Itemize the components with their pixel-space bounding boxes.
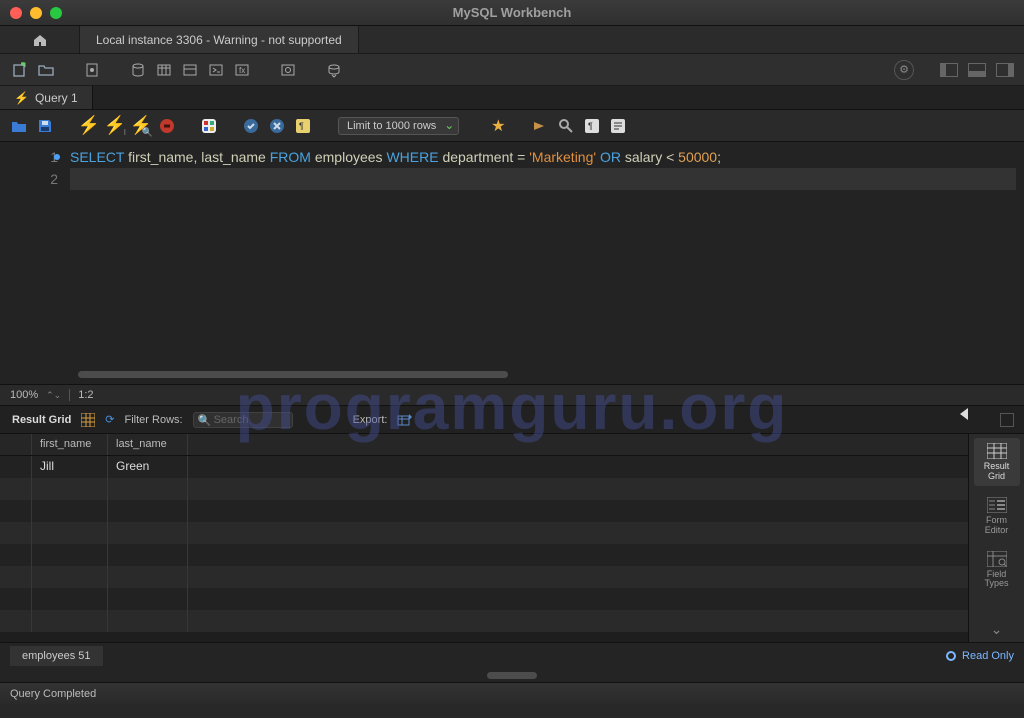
filter-rows-input[interactable]: 🔍 Search: [193, 412, 293, 428]
limit-rows-select[interactable]: Limit to 1000 rows: [338, 117, 459, 135]
chevron-down-icon[interactable]: ⌄: [991, 621, 1003, 638]
export-label: Export:: [353, 414, 388, 426]
result-grid-view-button[interactable]: Result Grid: [974, 438, 1020, 486]
toggle-whitespace-button[interactable]: ¶: [294, 117, 312, 135]
bottom-scrollbar[interactable]: [0, 668, 1024, 682]
minimize-window-button[interactable]: [30, 7, 42, 19]
window-title: MySQL Workbench: [62, 5, 962, 20]
status-bar: Query Completed: [0, 682, 1024, 704]
query-tab[interactable]: ⚡ Query 1: [0, 86, 93, 109]
db-search-button[interactable]: [278, 60, 298, 80]
result-area: first_name last_name JillGreen Result Gr…: [0, 434, 1024, 642]
home-tab[interactable]: [0, 26, 80, 53]
editor-h-scrollbar[interactable]: [78, 371, 508, 378]
read-only-indicator: Read Only: [946, 650, 1014, 662]
beautify-button[interactable]: ★: [489, 117, 507, 135]
execute-current-button[interactable]: ⚡I: [106, 117, 124, 135]
result-side-panel: Result Grid Form Editor Field Types ⌄: [968, 434, 1024, 642]
db-new-view-button[interactable]: [180, 60, 200, 80]
readonly-icon: [946, 651, 956, 661]
filter-label: Filter Rows:: [125, 414, 183, 426]
cursor-position: 1:2: [78, 389, 93, 401]
query-tab-bar: ⚡ Query 1: [0, 86, 1024, 110]
status-text: Query Completed: [10, 688, 96, 700]
cell[interactable]: Jill: [32, 456, 108, 478]
window-controls: [10, 7, 62, 19]
bolt-icon: ⚡: [14, 91, 29, 105]
toggle-left-panel[interactable]: [940, 63, 958, 77]
find-button[interactable]: [531, 117, 549, 135]
stop-button[interactable]: [158, 117, 176, 135]
svg-text:¶: ¶: [588, 121, 593, 131]
sql-editor[interactable]: 1 2 SELECT first_name, last_name FROM em…: [0, 142, 1024, 384]
toggle-autocommit-button[interactable]: [200, 117, 218, 135]
result-title: Result Grid: [12, 414, 71, 426]
titlebar: MySQL Workbench: [0, 0, 1024, 26]
db-reconnect-button[interactable]: [324, 60, 344, 80]
grid-header: first_name last_name: [0, 434, 968, 456]
column-header[interactable]: first_name: [32, 434, 108, 455]
field-types-icon: [986, 550, 1008, 568]
main-toolbar: fx ⚙: [0, 54, 1024, 86]
toggle-right-panel[interactable]: [996, 63, 1014, 77]
zoom-stepper-icon[interactable]: ⌃⌄: [46, 390, 61, 401]
editor-toolbar: ⚡ ⚡I ⚡🔍 ¶ Limit to 1000 rows ★ ¶: [0, 110, 1024, 142]
open-file-button[interactable]: [10, 117, 28, 135]
new-sql-tab-button[interactable]: [10, 60, 30, 80]
search-icon: 🔍: [198, 414, 212, 427]
refresh-icon[interactable]: ⟳: [105, 413, 114, 426]
db-new-func-button[interactable]: fx: [232, 60, 252, 80]
result-grid[interactable]: first_name last_name JillGreen: [0, 434, 968, 642]
connection-tab-bar: Local instance 3306 - Warning - not supp…: [0, 26, 1024, 54]
result-tab[interactable]: employees 51: [10, 646, 103, 666]
explain-button[interactable]: ⚡🔍: [132, 117, 150, 135]
result-tab-bar: employees 51 Read Only: [0, 642, 1024, 668]
invisible-chars-button[interactable]: [557, 117, 575, 135]
execute-button[interactable]: ⚡: [80, 117, 98, 135]
zoom-window-button[interactable]: [50, 7, 62, 19]
svg-text:¶: ¶: [299, 121, 304, 131]
result-grid-mode-icon[interactable]: [81, 413, 95, 427]
home-icon: [32, 32, 48, 48]
commit-button[interactable]: [242, 117, 260, 135]
line-gutter: 1 2: [0, 146, 70, 384]
column-header[interactable]: last_name: [108, 434, 188, 455]
rollback-button[interactable]: [268, 117, 286, 135]
save-file-button[interactable]: [36, 117, 54, 135]
db-new-table-button[interactable]: [154, 60, 174, 80]
field-types-button[interactable]: Field Types: [974, 546, 1020, 594]
zoom-level[interactable]: 100%: [10, 389, 38, 401]
form-editor-button[interactable]: Form Editor: [974, 492, 1020, 540]
result-toolbar: Result Grid ⟳ Filter Rows: 🔍 Search Expo…: [0, 406, 1024, 434]
editor-status-bar: 100% ⌃⌄ 1:2: [0, 384, 1024, 406]
form-icon: [986, 496, 1008, 514]
settings-button[interactable]: ⚙: [894, 60, 914, 80]
grid-body[interactable]: JillGreen: [0, 456, 968, 642]
wrap-button[interactable]: ¶: [583, 117, 601, 135]
query-tab-label: Query 1: [35, 91, 78, 105]
wrap-cell-button[interactable]: [1000, 413, 1014, 427]
close-window-button[interactable]: [10, 7, 22, 19]
open-sql-button[interactable]: [36, 60, 56, 80]
table-row[interactable]: JillGreen: [0, 456, 968, 478]
grid-icon: [986, 442, 1008, 460]
db-new-schema-button[interactable]: [128, 60, 148, 80]
export-button[interactable]: [397, 413, 413, 427]
db-new-proc-button[interactable]: [206, 60, 226, 80]
sql-code[interactable]: SELECT first_name, last_name FROM employ…: [70, 146, 1024, 384]
toggle-bottom-panel[interactable]: [968, 63, 986, 77]
connection-tab[interactable]: Local instance 3306 - Warning - not supp…: [80, 26, 359, 53]
collapse-side-panel-icon[interactable]: [960, 408, 968, 420]
cell[interactable]: Green: [108, 456, 188, 478]
svg-text:fx: fx: [239, 66, 245, 75]
snippets-button[interactable]: [609, 117, 627, 135]
inspector-button[interactable]: [82, 60, 102, 80]
